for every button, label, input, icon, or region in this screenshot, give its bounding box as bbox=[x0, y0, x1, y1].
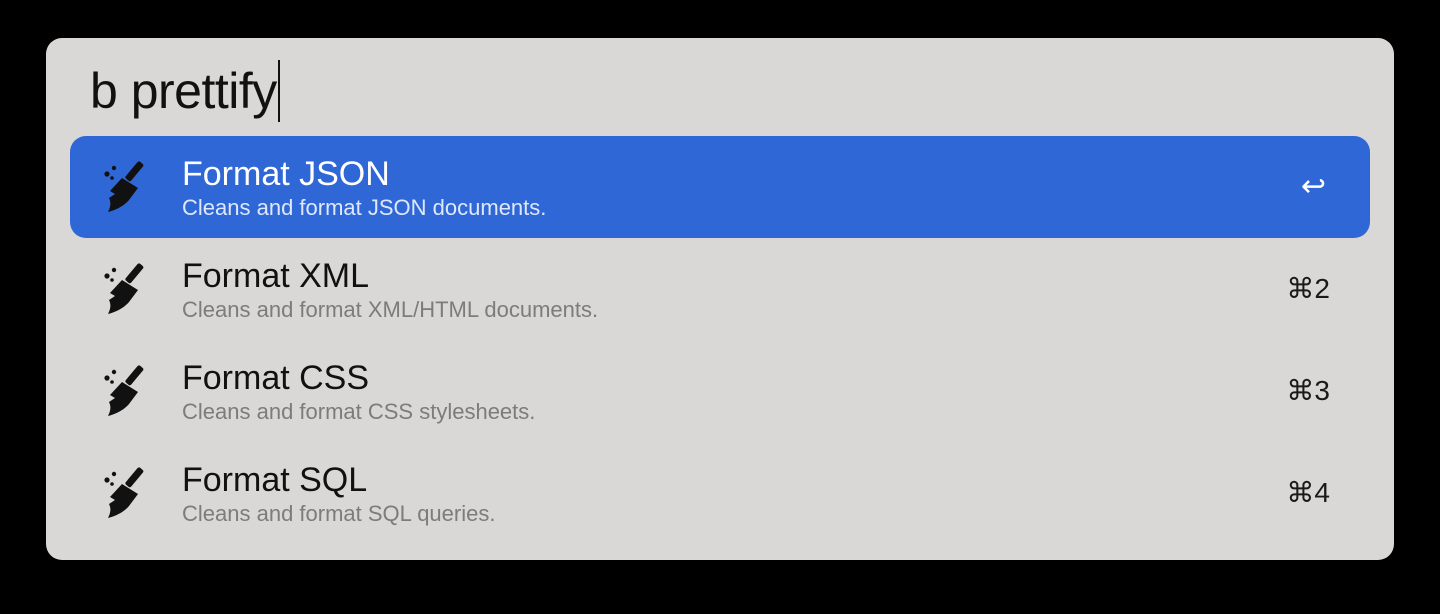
result-subtitle: Cleans and format CSS stylesheets. bbox=[182, 399, 536, 424]
shortcut-label: ⌘3 bbox=[1286, 375, 1330, 406]
result-title: Format CSS bbox=[182, 359, 370, 397]
text-caret bbox=[277, 60, 280, 122]
result-format-sql[interactable]: Format SQL Cleans and format SQL queries… bbox=[70, 442, 1370, 544]
result-format-xml[interactable]: Format XML Cleans and format XML/HTML do… bbox=[70, 238, 1370, 340]
return-key-icon: ↩ bbox=[1300, 170, 1326, 203]
broom-icon bbox=[98, 464, 156, 522]
result-format-json[interactable]: Format JSON Cleans and format JSON docum… bbox=[70, 136, 1370, 238]
search-field[interactable]: b prettify bbox=[90, 58, 280, 124]
result-subtitle: Cleans and format SQL queries. bbox=[182, 501, 496, 526]
result-subtitle: Cleans and format XML/HTML documents. bbox=[182, 297, 599, 322]
result-subtitle: Cleans and format JSON documents. bbox=[182, 195, 547, 220]
result-title: Format JSON bbox=[182, 155, 390, 193]
shortcut-label: ⌘4 bbox=[1286, 477, 1330, 508]
broom-icon bbox=[98, 362, 156, 420]
search-input[interactable]: b prettify bbox=[90, 58, 277, 124]
result-title: Format XML bbox=[182, 257, 370, 295]
result-format-css[interactable]: Format CSS Cleans and format CSS stylesh… bbox=[70, 340, 1370, 442]
broom-icon bbox=[98, 260, 156, 318]
broom-icon bbox=[98, 158, 156, 216]
launcher-panel: b prettify Format JSON Cleans and format… bbox=[46, 38, 1394, 560]
shortcut-label: ⌘2 bbox=[1286, 273, 1330, 304]
result-title: Format SQL bbox=[182, 461, 368, 499]
results-list: Format JSON Cleans and format JSON docum… bbox=[70, 136, 1370, 544]
